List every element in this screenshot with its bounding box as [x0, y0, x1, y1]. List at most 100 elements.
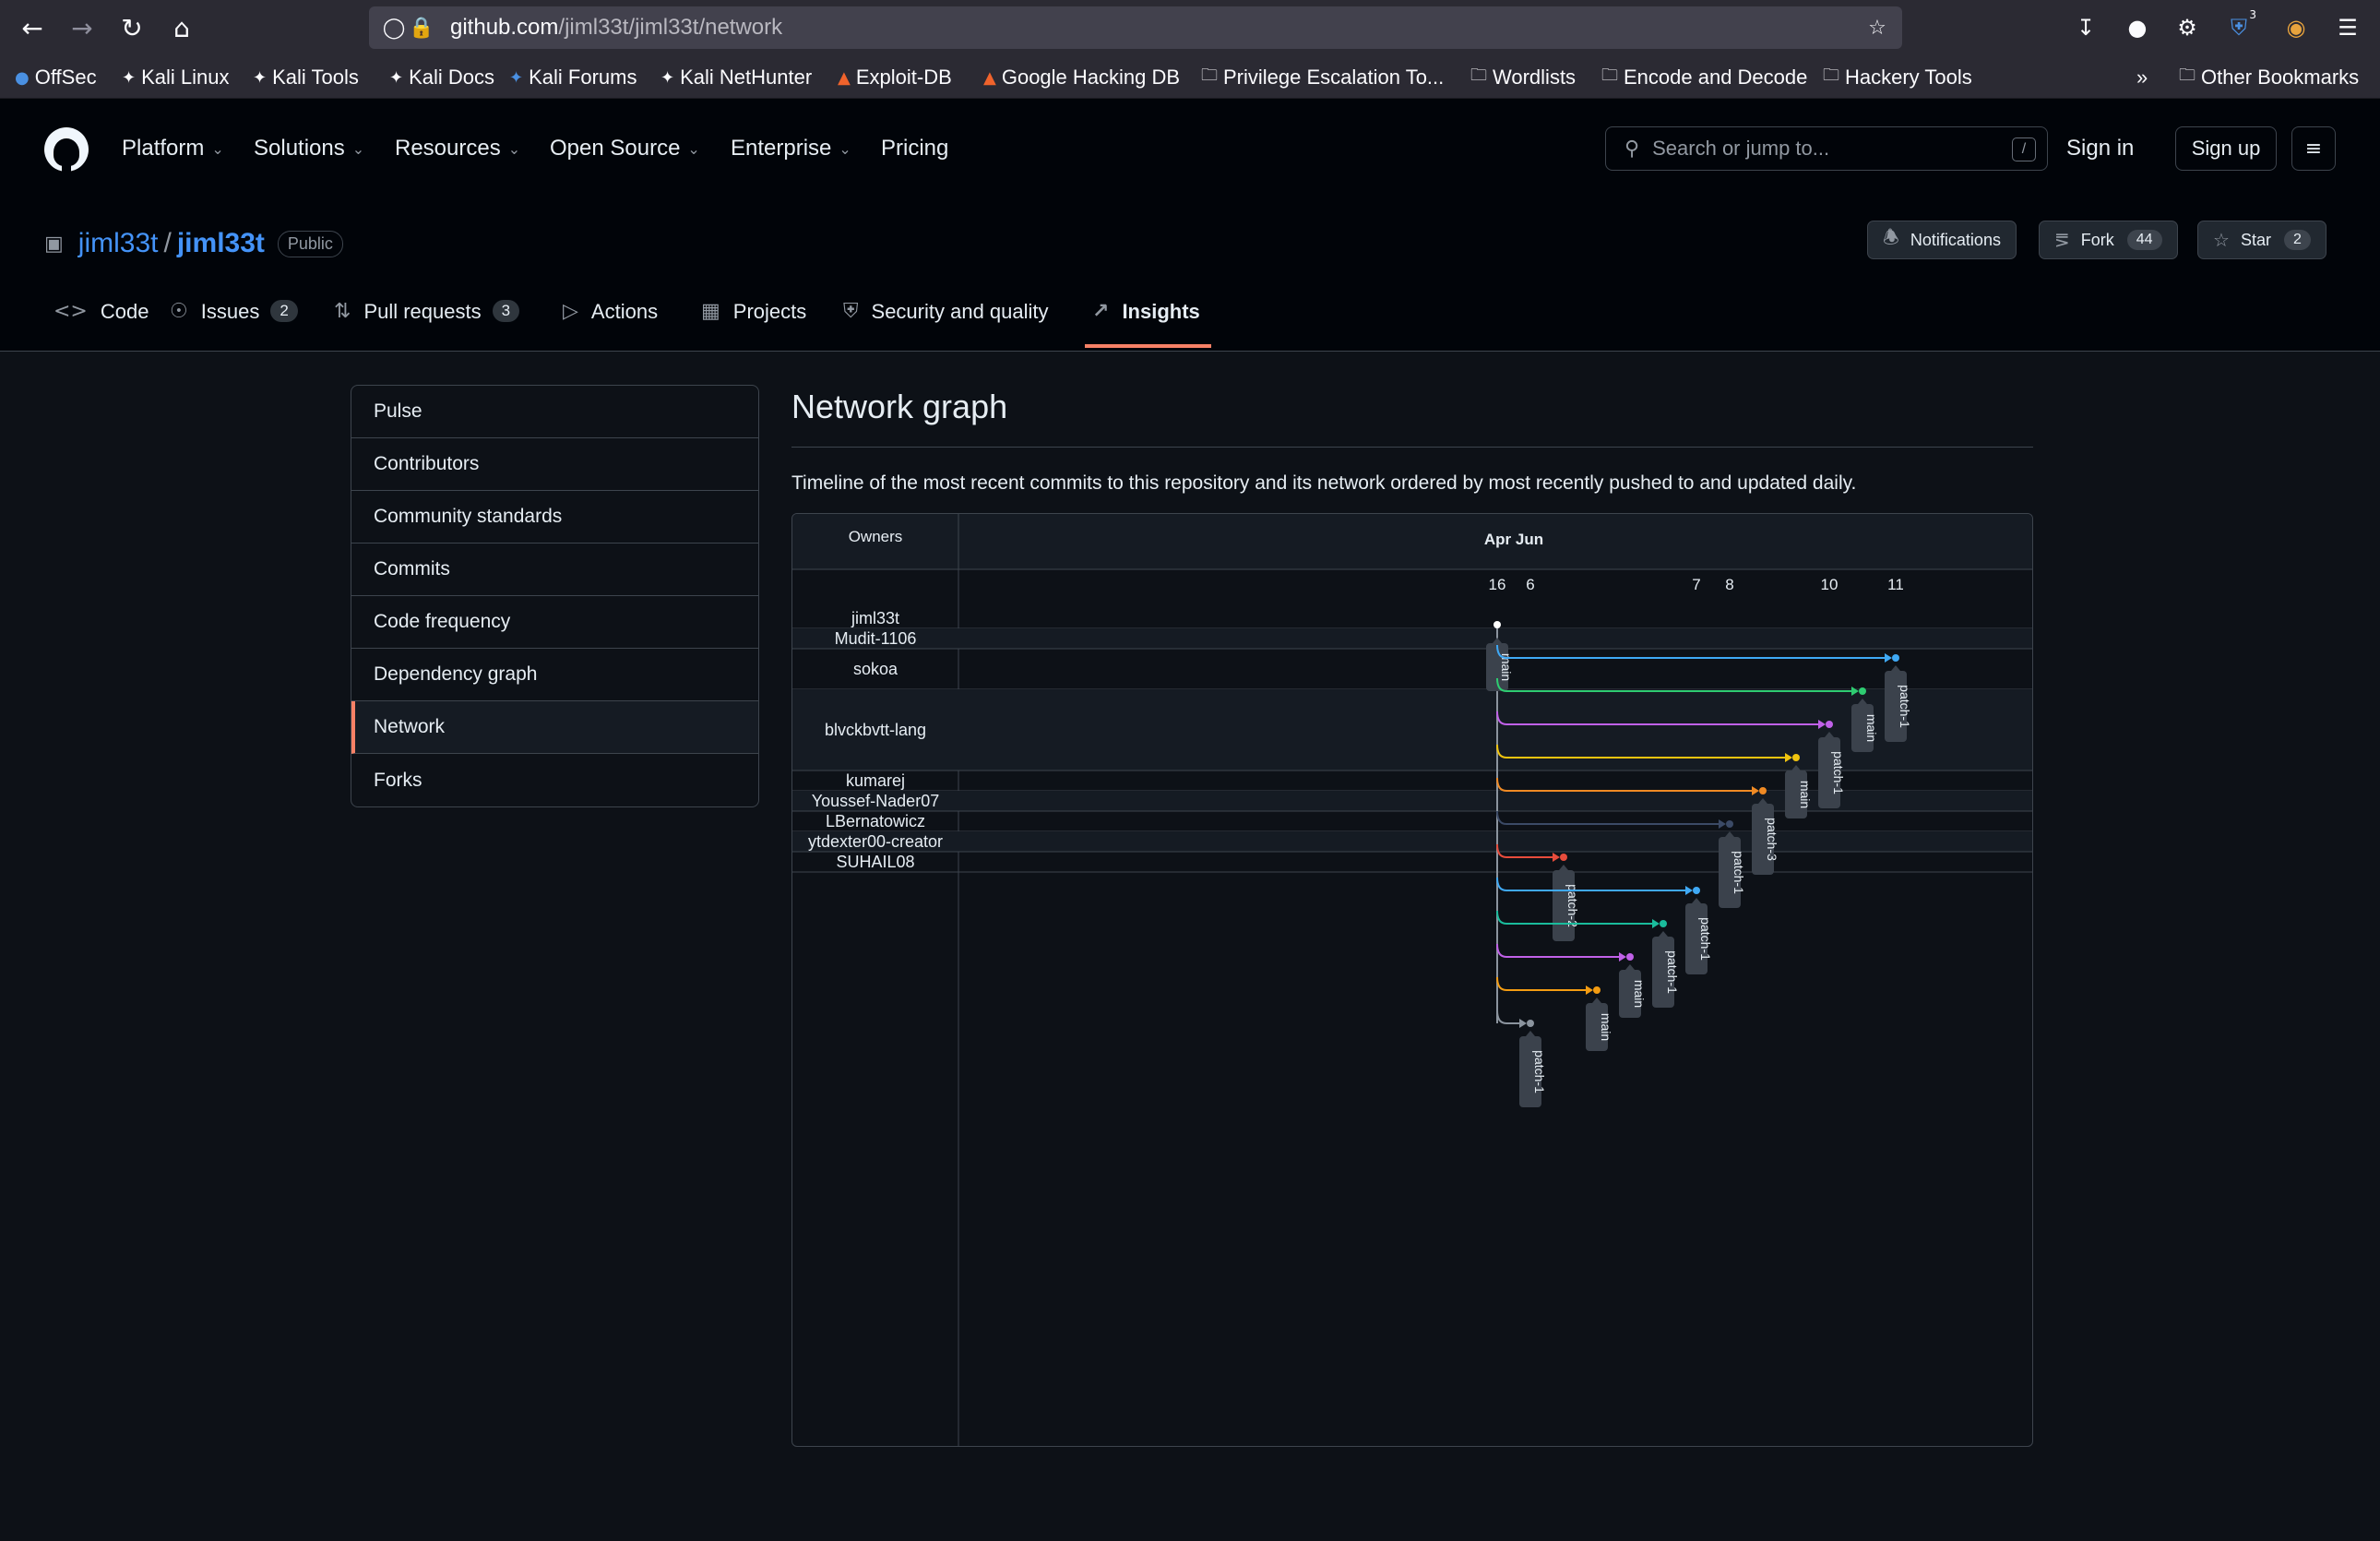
- url-bar[interactable]: ◯ 🔒 github.com/jiml33t/jiml33t/network ☆: [369, 6, 1902, 49]
- sidebar-item-contributors[interactable]: Contributors: [351, 438, 758, 491]
- owners-header: Owners: [849, 528, 903, 545]
- graph-icon: ↗: [1092, 300, 1110, 323]
- search-icon: ⚲: [1624, 137, 1640, 161]
- back-icon[interactable]: ←: [17, 12, 48, 43]
- url-host: github.com: [450, 15, 559, 40]
- day-tick-label: 7: [1692, 576, 1700, 593]
- bookmark-star-icon[interactable]: ☆: [1863, 17, 1891, 40]
- owner-label: Mudit-1106: [835, 629, 917, 648]
- page-description: Timeline of the most recent commits to t…: [791, 472, 1857, 494]
- home-icon[interactable]: ⌂: [166, 12, 197, 43]
- tab-insights[interactable]: ↗ Insights: [1085, 296, 1211, 348]
- bookmark-google-hacking-db[interactable]: ▲ Google Hacking DB: [983, 63, 1180, 92]
- url-text[interactable]: github.com/jiml33t/jiml33t/network: [450, 15, 782, 41]
- branch-label: patch-1: [1665, 950, 1680, 994]
- sidebar-item-forks[interactable]: Forks: [351, 754, 758, 806]
- sidebar-item-code-frequency[interactable]: Code frequency: [351, 596, 758, 649]
- bookmark-privilege-escalation[interactable]: 🗀 Privilege Escalation To...: [1201, 63, 1444, 92]
- shield-extension-icon[interactable]: ⛨ 3: [2223, 8, 2256, 43]
- github-header: Platform ⌄ Solutions ⌄ Resources ⌄ Open Sou…: [0, 99, 2380, 200]
- bell-icon: 🕭: [1883, 226, 1899, 248]
- exploit-db-icon: ▲: [983, 67, 996, 88]
- github-logo-icon[interactable]: [44, 127, 89, 172]
- bookmark-kali-linux[interactable]: ✦ Kali Linux: [122, 63, 229, 92]
- bookmark-label: Kali Linux: [141, 66, 230, 89]
- day-tick-label: 10: [1821, 576, 1839, 593]
- bookmark-kali-nethunter[interactable]: ✦ Kali NetHunter: [660, 63, 812, 92]
- branch-head-dot: [1792, 754, 1800, 761]
- bookmark-wordlists[interactable]: 🗀 Wordlists: [1470, 63, 1576, 92]
- sign-in-link[interactable]: Sign in: [2066, 136, 2134, 161]
- bookmark-offsec[interactable]: ● OffSec: [15, 63, 97, 92]
- network-graph-panel[interactable]: Owners Apr Jun 16 6 7 8 10 11 jiml33t Mudit-1106 s…: [791, 513, 2033, 1447]
- more-bookmarks-icon[interactable]: »: [2136, 63, 2148, 92]
- graph-header-bg: [792, 514, 2032, 569]
- repo-name-link[interactable]: jiml33t: [177, 228, 265, 259]
- lock-icon[interactable]: 🔒: [408, 17, 435, 40]
- root-commit-dot: [1493, 621, 1501, 628]
- shield-icon: ⛨: [843, 300, 859, 323]
- owner-label: SUHAIL08: [836, 853, 914, 871]
- nav-platform[interactable]: Platform ⌄: [122, 136, 224, 161]
- nav-enterprise[interactable]: Enterprise ⌄: [731, 136, 851, 161]
- sidebar-item-pulse[interactable]: Pulse: [351, 386, 758, 438]
- bookmark-other-bookmarks[interactable]: 🗀 Other Bookmarks: [2179, 63, 2359, 92]
- branch-head-dot: [1726, 820, 1733, 828]
- notifications-button[interactable]: 🕭 Notifications: [1867, 221, 2017, 259]
- kali-dragon-icon: ✦: [660, 67, 675, 88]
- bookmark-kali-forums[interactable]: ✦ Kali Forums: [509, 63, 637, 92]
- tab-pull-requests[interactable]: ⇅ Pull requests 3: [334, 296, 520, 348]
- tab-issues[interactable]: ☉ Issues 2: [170, 296, 298, 348]
- hamburger-menu-icon[interactable]: ☰: [2332, 12, 2363, 43]
- shield-icon[interactable]: ◯: [380, 17, 408, 40]
- branch-line: [1496, 777, 1755, 792]
- repo-owner-link[interactable]: jiml33t: [78, 228, 159, 259]
- sign-up-button[interactable]: Sign up: [2175, 126, 2277, 171]
- tab-projects[interactable]: ▦ Projects: [701, 296, 806, 348]
- fork-button[interactable]: ⪚ Fork 44: [2039, 221, 2178, 259]
- tab-label: Projects: [732, 300, 807, 323]
- settings-sliders-icon[interactable]: ≡: [2291, 126, 2336, 171]
- sidebar-item-community-standards[interactable]: Community standards: [351, 491, 758, 544]
- tab-label: Security and quality: [871, 300, 1049, 323]
- sidebar-item-network[interactable]: Network: [351, 701, 758, 754]
- reload-icon[interactable]: ↻: [116, 12, 148, 43]
- cookie-extension-icon[interactable]: ◉: [2280, 12, 2312, 43]
- insights-sidebar: Pulse Contributors Community standards C…: [351, 385, 759, 807]
- network-graph[interactable]: Owners Apr Jun 16 6 7 8 10 11 jiml33t Mudit-1106 s…: [792, 514, 2033, 1447]
- nav-resources[interactable]: Resources ⌄: [395, 136, 520, 161]
- nav-open-source[interactable]: Open Source ⌄: [550, 136, 700, 161]
- branch-line: [1496, 943, 1623, 958]
- tab-code[interactable]: <> Code: [54, 296, 149, 348]
- account-icon[interactable]: ●: [2122, 12, 2153, 43]
- forward-icon[interactable]: →: [66, 12, 98, 43]
- tab-label: Insights: [1122, 300, 1200, 323]
- search-input[interactable]: ⚲ Search or jump to... /: [1605, 126, 2048, 171]
- tab-security[interactable]: ⛨ Security and quality: [843, 296, 1049, 348]
- bookmark-kali-tools[interactable]: ✦ Kali Tools: [253, 63, 359, 92]
- sidebar-item-commits[interactable]: Commits: [351, 544, 758, 596]
- nav-pricing[interactable]: Pricing: [881, 136, 948, 161]
- branch-label: patch-1: [1532, 1050, 1547, 1093]
- bookmark-hackery-tools[interactable]: 🗀 Hackery Tools: [1823, 63, 1972, 92]
- branch-label-pointer: [1625, 964, 1635, 970]
- owner-label: jiml33t: [851, 609, 899, 627]
- sidebar-item-dependency-graph[interactable]: Dependency graph: [351, 649, 758, 701]
- bookmark-exploit-db[interactable]: ▲ Exploit-DB: [838, 63, 952, 92]
- day-tick-label: 11: [1887, 576, 1904, 593]
- branch-arrow: [1652, 919, 1660, 928]
- bookmark-label: Exploit-DB: [855, 66, 952, 89]
- visibility-badge: Public: [277, 230, 343, 257]
- branch-arrow: [1885, 653, 1892, 663]
- downloads-icon[interactable]: ↧: [2070, 12, 2101, 43]
- chevron-down-icon: ⌄: [507, 139, 521, 158]
- nav-solutions[interactable]: Solutions ⌄: [254, 136, 364, 161]
- tab-actions[interactable]: ▷ Actions: [563, 296, 658, 348]
- star-button[interactable]: ☆ Star 2: [2197, 221, 2326, 259]
- bookmark-encode-decode[interactable]: 🗀 Encode and Decode: [1601, 63, 1807, 92]
- repo-icon: ▣: [44, 232, 64, 256]
- tab-count: 2: [270, 300, 298, 322]
- day-tick-label: 8: [1725, 576, 1733, 593]
- extensions-icon[interactable]: ⚙: [2172, 12, 2203, 43]
- bookmark-kali-docs[interactable]: ✦ Kali Docs: [389, 63, 494, 92]
